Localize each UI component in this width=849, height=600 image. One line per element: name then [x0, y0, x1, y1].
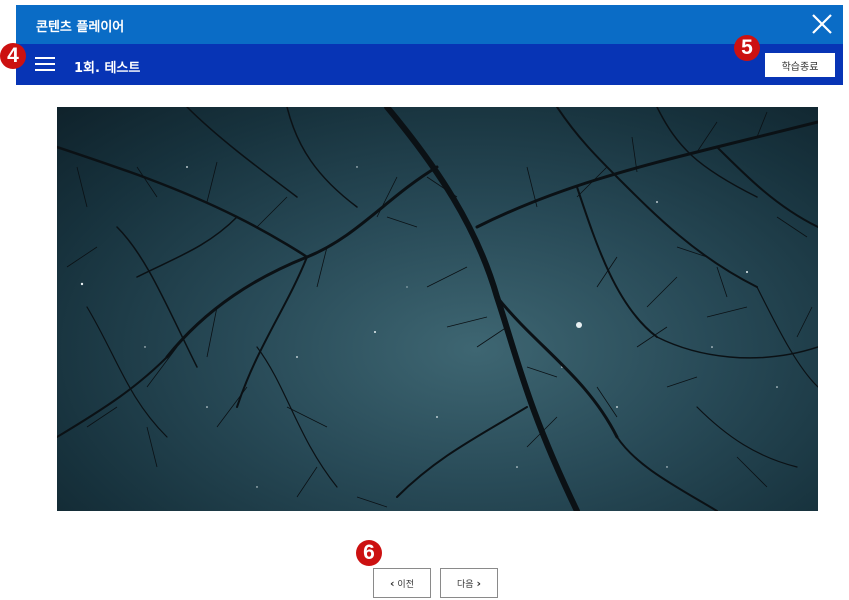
- close-icon[interactable]: [809, 11, 835, 37]
- content-image: [57, 107, 818, 511]
- next-button[interactable]: 다음 ›: [440, 568, 498, 598]
- lesson-title: 1회. 테스트: [74, 61, 141, 76]
- tree-branches: [57, 107, 818, 511]
- callout-badge: 4: [0, 43, 26, 69]
- lesson-header: 1회. 테스트 학습종료: [16, 44, 843, 85]
- window-title: 콘텐츠 플레이어: [36, 20, 125, 35]
- callout-badge: 5: [734, 35, 760, 61]
- prev-label: 이전: [397, 579, 414, 590]
- prev-button[interactable]: ‹ 이전: [373, 568, 431, 598]
- hamburger-menu-icon[interactable]: [35, 56, 55, 72]
- end-study-button[interactable]: 학습종료: [765, 53, 835, 77]
- callout-badge: 6: [356, 540, 382, 566]
- chevron-right-icon: ›: [476, 576, 481, 590]
- next-label: 다음: [457, 579, 474, 590]
- stars: [80, 166, 778, 488]
- title-bar: 콘텐츠 플레이어: [16, 5, 843, 44]
- chevron-left-icon: ‹: [390, 576, 395, 590]
